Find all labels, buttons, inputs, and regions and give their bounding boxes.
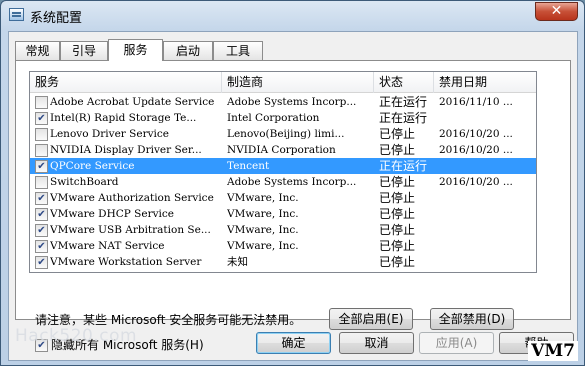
service-manufacturer: Lenovo(Beijing) limi...: [227, 128, 345, 140]
service-manufacturer: 未知: [227, 256, 248, 268]
services-list[interactable]: 服务 制造商 状态 禁用日期 Adobe Acrobat Update Serv…: [29, 71, 537, 273]
service-name: VMware Workstation Server: [50, 256, 202, 268]
service-name: VMware NAT Service: [50, 240, 165, 252]
service-checkbox[interactable]: [35, 176, 48, 189]
msconfig-app-icon: [9, 8, 24, 21]
service-status: 已停止: [379, 207, 416, 221]
service-date-disabled: 2016/11/10 ...: [439, 96, 513, 108]
system-config-window: 系统配置 ✕ 常规 引导 服务 启动 工具 服务 制造商 状态 禁用日期 Ado…: [0, 0, 585, 366]
ok-button[interactable]: 确定: [256, 332, 331, 354]
service-status: 已停止: [379, 143, 416, 157]
service-row[interactable]: ✔ VMware USB Arbitration Se... VMware, Inc…: [30, 222, 536, 238]
service-row[interactable]: ✔ QPCore Service Tencent 正在运行: [30, 158, 536, 174]
enable-all-button[interactable]: 全部启用(E): [329, 308, 413, 330]
close-button[interactable]: ✕: [535, 2, 578, 21]
service-manufacturer: VMware, Inc.: [227, 208, 299, 220]
service-name: Adobe Acrobat Update Service: [50, 96, 215, 108]
tab-general[interactable]: 常规: [15, 41, 60, 60]
service-name: Intel(R) Rapid Storage Te...: [50, 112, 197, 124]
apply-button[interactable]: 应用(A): [419, 332, 494, 354]
service-manufacturer: Adobe Systems Incorp...: [227, 96, 357, 108]
service-status: 已停止: [379, 255, 416, 269]
vm7-badge: VM7: [528, 341, 578, 361]
service-row[interactable]: ✔ VMware Workstation Server 未知 已停止: [30, 254, 536, 270]
service-name: VMware DHCP Service: [50, 208, 174, 220]
service-row[interactable]: ✔ VMware NAT Service VMware, Inc. 已停止: [30, 238, 536, 254]
service-manufacturer: VMware, Inc.: [227, 224, 299, 236]
service-checkbox[interactable]: [35, 128, 48, 141]
service-date-disabled: [439, 190, 529, 206]
tab-tools[interactable]: 工具: [213, 41, 263, 60]
service-row[interactable]: Lenovo Driver Service Lenovo(Beijing) lim…: [30, 126, 536, 142]
services-list-header: 服务 制造商 状态 禁用日期: [30, 72, 536, 93]
service-manufacturer: Tencent: [227, 160, 270, 172]
service-row[interactable]: ✔ Intel(R) Rapid Storage Te... Intel Corpo…: [30, 110, 536, 126]
service-date-disabled: [439, 238, 529, 254]
service-status: 正在运行: [379, 159, 428, 173]
service-name: VMware USB Arbitration Se...: [50, 224, 211, 236]
column-header-manufacturer[interactable]: 制造商: [222, 72, 374, 93]
service-date-disabled: [439, 158, 529, 174]
service-checkbox[interactable]: ✔: [35, 160, 48, 173]
tab-boot[interactable]: 引导: [60, 41, 108, 60]
service-date-disabled: [439, 110, 529, 126]
service-date-disabled: 2016/10/20 ...: [439, 176, 513, 188]
service-status: 正在运行: [379, 111, 428, 125]
service-row[interactable]: ✔ VMware Authorization Service VMware, Inc…: [30, 190, 536, 206]
service-status: 已停止: [379, 191, 416, 205]
service-row[interactable]: ✔ VMware DHCP Service VMware, Inc. 已停止: [30, 206, 536, 222]
service-checkbox[interactable]: ✔: [35, 208, 48, 221]
cancel-button[interactable]: 取消: [339, 332, 414, 354]
window-title: 系统配置: [30, 11, 83, 26]
service-name: NVIDIA Display Driver Ser...: [50, 144, 202, 156]
service-status: 已停止: [379, 175, 416, 189]
service-checkbox[interactable]: [35, 144, 48, 157]
service-date-disabled: [439, 206, 529, 222]
service-checkbox[interactable]: ✔: [35, 256, 48, 269]
disable-all-button[interactable]: 全部禁用(D): [430, 308, 514, 330]
watermark-text: Hack520.com: [15, 326, 138, 346]
service-status: 已停止: [379, 127, 416, 141]
service-manufacturer: NVIDIA Corporation: [227, 144, 336, 156]
service-name: SwitchBoard: [50, 176, 119, 188]
service-date-disabled: [439, 254, 529, 270]
service-manufacturer: VMware, Inc.: [227, 240, 299, 252]
column-header-date-disabled[interactable]: 禁用日期: [434, 72, 536, 93]
service-checkbox[interactable]: ✔: [35, 112, 48, 125]
service-name: VMware Authorization Service: [50, 192, 214, 204]
service-manufacturer: Adobe Systems Incorp...: [227, 176, 357, 188]
service-date-disabled: 2016/10/20 ...: [439, 144, 513, 156]
service-checkbox[interactable]: ✔: [35, 224, 48, 237]
tab-services[interactable]: 服务: [108, 39, 163, 61]
tab-startup[interactable]: 启动: [163, 41, 213, 60]
service-status: 已停止: [379, 223, 416, 237]
column-header-status[interactable]: 状态: [374, 72, 434, 93]
column-header-service[interactable]: 服务: [30, 72, 222, 93]
service-name: Lenovo Driver Service: [50, 128, 169, 140]
service-checkbox[interactable]: ✔: [35, 192, 48, 205]
service-manufacturer: Intel Corporation: [227, 112, 320, 124]
services-panel: 服务 制造商 状态 禁用日期 Adobe Acrobat Update Serv…: [15, 60, 571, 352]
service-row[interactable]: NVIDIA Display Driver Ser... NVIDIA Corpo…: [30, 142, 536, 158]
service-date-disabled: [439, 222, 529, 238]
service-checkbox[interactable]: [35, 96, 48, 109]
service-manufacturer: VMware, Inc.: [227, 192, 299, 204]
service-checkbox[interactable]: ✔: [35, 240, 48, 253]
service-row[interactable]: SwitchBoard Adobe Systems Incorp... 已停止 201…: [30, 174, 536, 190]
service-name: QPCore Service: [50, 160, 135, 172]
service-date-disabled: 2016/10/20 ...: [439, 128, 513, 140]
service-status: 正在运行: [379, 95, 428, 109]
service-row[interactable]: Adobe Acrobat Update Service Adobe System…: [30, 94, 536, 110]
service-status: 已停止: [379, 239, 416, 253]
title-bar[interactable]: 系统配置 ✕: [1, 1, 584, 29]
dialog-body: 常规 引导 服务 启动 工具 服务 制造商 状态 禁用日期 Adobe Acro…: [8, 31, 578, 361]
